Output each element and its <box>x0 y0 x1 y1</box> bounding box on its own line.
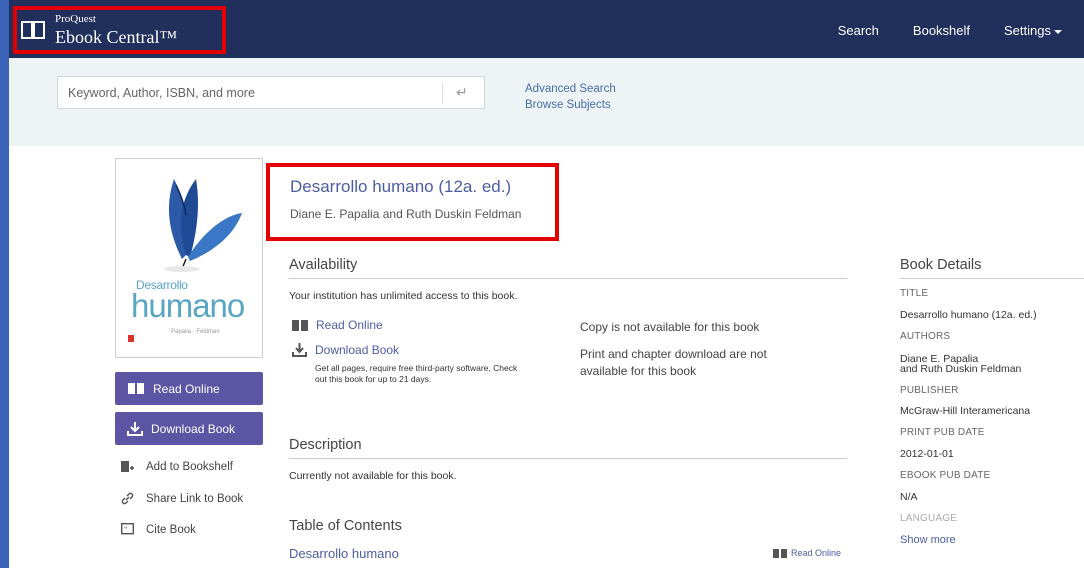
publisher-mark <box>128 335 134 342</box>
download-book-link-label: Download Book <box>315 343 400 357</box>
search-divider <box>442 83 443 103</box>
brand-subtitle: ProQuest <box>55 13 96 25</box>
nav-bookshelf-link[interactable]: Bookshelf <box>913 23 970 38</box>
add-to-bookshelf-link[interactable]: Add to Bookshelf <box>121 460 233 473</box>
quote-icon: " <box>121 523 134 535</box>
read-online-link-label: Read Online <box>316 318 383 332</box>
nav-settings-menu[interactable]: Settings <box>1004 23 1062 38</box>
title-label: TITLE <box>900 288 929 299</box>
brand-title: Ebook Central™ <box>55 27 178 47</box>
download-book-button[interactable]: Download Book <box>115 412 263 445</box>
toc-heading: Table of Contents <box>289 518 402 534</box>
open-book-icon <box>292 319 308 331</box>
nav-search-link[interactable]: Search <box>838 23 879 38</box>
language-label: LANGUAGE <box>900 513 958 524</box>
authors-label: AUTHORS <box>900 331 951 342</box>
show-more-link[interactable]: Show more <box>900 534 956 546</box>
publisher-label: PUBLISHER <box>900 385 959 396</box>
toc-read-online-label: Read Online <box>791 548 842 558</box>
brand-logo[interactable]: ProQuest Ebook Central™ <box>13 6 226 54</box>
read-online-button[interactable]: Read Online <box>115 372 263 405</box>
add-to-bookshelf-label: Add to Bookshelf <box>146 460 233 473</box>
svg-text:": " <box>124 526 127 534</box>
access-text: Your institution has unlimited access to… <box>289 290 518 302</box>
cite-book-link[interactable]: " Cite Book <box>121 523 196 536</box>
description-text: Currently not available for this book. <box>289 470 457 482</box>
availability-heading: Availability <box>289 257 847 279</box>
book-title: Desarrollo humano (12a. ed.) <box>290 177 512 196</box>
enter-icon[interactable]: ↵ <box>456 84 468 101</box>
book-authors: Diane E. Papalia and Ruth Duskin Feldman <box>290 207 522 221</box>
advanced-search-link[interactable]: Advanced Search <box>525 81 616 97</box>
open-book-icon <box>128 383 144 394</box>
book-cover-image: Desarrollo humano Papalia · Feldman <box>115 158 263 358</box>
book-details-heading: Book Details <box>900 257 1084 279</box>
link-icon <box>121 492 134 505</box>
download-icon <box>127 422 143 436</box>
open-book-icon <box>773 548 787 558</box>
cite-book-label: Cite Book <box>146 523 196 536</box>
bookshelf-add-icon <box>121 461 134 472</box>
search-options: Advanced Search Browse Subjects <box>525 81 616 113</box>
search-input[interactable] <box>58 77 442 108</box>
print-status-line2: available for this book <box>580 364 697 378</box>
share-link-to-book[interactable]: Share Link to Book <box>121 492 243 505</box>
ebook-pub-date-value: N/A <box>900 491 918 503</box>
book-title-block: Desarrollo humano (12a. ed.) Diane E. Pa… <box>266 163 559 241</box>
download-book-label: Download Book <box>151 421 236 436</box>
description-heading: Description <box>289 437 847 459</box>
search-band: ↵ Advanced Search Browse Subjects <box>9 58 1084 146</box>
download-note-line1: Get all pages, require free third-party … <box>315 363 518 373</box>
butterfly-icon <box>164 179 242 272</box>
toc-read-online-link[interactable]: Read Online <box>773 548 841 558</box>
cover-title-line2: humano <box>131 287 245 324</box>
download-note-line2: out this book for up to 21 days. <box>315 374 432 384</box>
settings-label: Settings <box>1004 23 1051 38</box>
read-online-label: Read Online <box>153 381 220 396</box>
publisher-value: McGraw-Hill Interamericana <box>900 405 1031 417</box>
download-book-link[interactable]: Download Book <box>292 343 399 357</box>
cover-authors: Papalia · Feldman <box>171 329 220 335</box>
print-status-line1: Print and chapter download are not <box>580 347 767 361</box>
open-book-icon <box>21 21 45 39</box>
download-icon <box>292 343 307 357</box>
title-value: Desarrollo humano (12a. ed.) <box>900 309 1037 321</box>
read-online-link[interactable]: Read Online <box>292 318 383 332</box>
browse-subjects-link[interactable]: Browse Subjects <box>525 97 616 113</box>
share-link-label: Share Link to Book <box>146 492 244 505</box>
nav-links: Search Bookshelf Settings <box>804 23 1062 38</box>
ebook-pub-date-label: EBOOK PUB DATE <box>900 470 991 481</box>
top-navigation-bar: ProQuest Ebook Central™ Search Bookshelf… <box>9 0 1084 58</box>
print-pub-date-value: 2012-01-01 <box>900 448 954 460</box>
toc-item[interactable]: Desarrollo humano <box>289 546 399 561</box>
chevron-down-icon <box>1054 29 1062 34</box>
left-edge-strip <box>0 0 9 568</box>
copy-status: Copy is not available for this book <box>580 320 760 334</box>
print-pub-date-label: PRINT PUB DATE <box>900 427 985 438</box>
authors-value-line2: and Ruth Duskin Feldman <box>900 363 1022 375</box>
search-box: ↵ <box>57 76 485 109</box>
